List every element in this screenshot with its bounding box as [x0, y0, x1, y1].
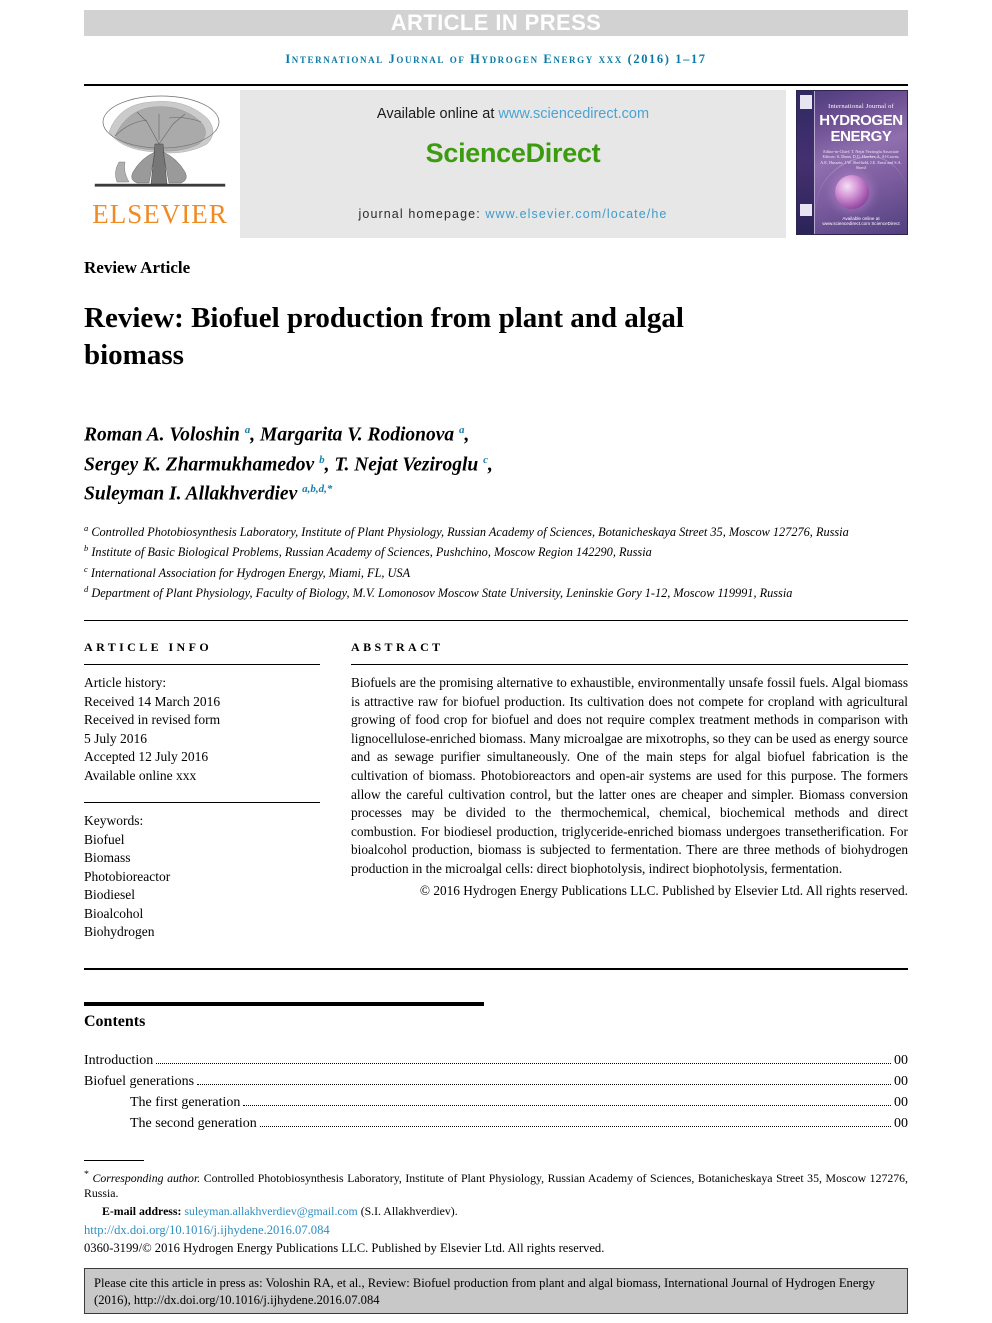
- cover-orb-graphic: [835, 175, 869, 209]
- email-note: E-mail address: suleyman.allakhverdiev@g…: [84, 1204, 908, 1220]
- email-label: E-mail address:: [102, 1203, 182, 1218]
- contents-heading: Contents: [84, 1013, 146, 1030]
- keywords-block: Keywords: Biofuel Biomass Photobioreacto…: [84, 812, 320, 942]
- article-info-rule: [84, 664, 320, 665]
- toc-label: Biofuel generations: [84, 1074, 195, 1089]
- corresponding-author-address: Controlled Photobiosynthesis Laboratory,…: [84, 1170, 909, 1201]
- history-received: Received 14 March 2016: [84, 693, 221, 709]
- toc-label: Introduction: [84, 1053, 154, 1068]
- journal-running-head: International Journal of Hydrogen Energy…: [285, 52, 707, 66]
- toc-leader-dots: [259, 1125, 891, 1127]
- cover-editors-text: Editor-in-Chief: T. Nejat Veziroglu Asso…: [820, 149, 902, 171]
- sciencedirect-url[interactable]: www.sciencedirect.com: [498, 106, 649, 122]
- abstract-rule: [351, 664, 908, 665]
- toc-label: The second generation: [130, 1116, 257, 1131]
- abstract-copyright: © 2016 Hydrogen Energy Publications LLC.…: [419, 882, 908, 898]
- abstract-text: Biofuels are the promising alternative t…: [351, 675, 908, 876]
- page-title: Review: Biofuel production from plant an…: [84, 302, 684, 371]
- journal-homepage-url[interactable]: www.elsevier.com/locate/he: [485, 207, 667, 221]
- article-history-label: Article history:: [84, 675, 167, 690]
- corresponding-author-marker: *: [84, 1169, 89, 1180]
- toc-page-number: 00: [894, 1053, 908, 1068]
- toc-entry-biofuel-generations[interactable]: Biofuel generations 00: [84, 1071, 908, 1092]
- section-top-rule: [84, 620, 908, 621]
- info-abstract-section: ARTICLE INFO Article history: Received 1…: [84, 620, 908, 942]
- affiliation-list: a Controlled Photobiosynthesis Laborator…: [84, 520, 908, 602]
- affiliation-b: b Institute of Basic Biological Problems…: [84, 543, 652, 560]
- cover-big-title: HYDROGEN ENERGY: [815, 113, 907, 145]
- elsevier-logo-block: ELSEVIER: [84, 90, 236, 238]
- keyword-bioalcohol: Bioalcohol: [84, 905, 144, 921]
- contents-top-rule: [84, 1002, 484, 1006]
- sciencedirect-logo: ScienceDirect: [425, 138, 601, 168]
- issn-copyright-line: 0360-3199/© 2016 Hydrogen Energy Publica…: [84, 1241, 605, 1256]
- column-gap: [320, 640, 351, 942]
- toc-entry-introduction[interactable]: Introduction 00: [84, 1050, 908, 1071]
- corresponding-author-note: * Corresponding author. Controlled Photo…: [84, 1167, 908, 1202]
- journal-homepage-line: journal homepage: www.elsevier.com/locat…: [240, 207, 786, 221]
- history-available-online: Available online xxx: [84, 767, 197, 783]
- keyword-biomass: Biomass: [84, 850, 131, 865]
- keyword-photobioreactor: Photobioreactor: [84, 868, 171, 884]
- footnote-rule: [84, 1160, 144, 1161]
- toc-page-number: 00: [894, 1095, 908, 1110]
- abstract-column: ABSTRACT Biofuels are the promising alte…: [351, 640, 908, 942]
- citation-box: Please cite this article in press as: Vo…: [84, 1268, 908, 1314]
- keyword-biohydrogen: Biohydrogen: [84, 924, 155, 939]
- elsevier-tree-icon: [89, 92, 231, 200]
- article-info-column: ARTICLE INFO Article history: Received 1…: [84, 640, 320, 942]
- sciencedirect-panel: Available online at www.sciencedirect.co…: [240, 90, 786, 238]
- email-address-link[interactable]: suleyman.allakhverdiev@gmail.com: [184, 1204, 357, 1218]
- author-line-1: Roman A. Voloshin a, Margarita V. Rodion…: [84, 424, 470, 446]
- toc-entry-first-generation[interactable]: The first generation 00: [84, 1092, 908, 1113]
- elsevier-wordmark: ELSEVIER: [92, 199, 228, 229]
- toc-label: The first generation: [130, 1095, 241, 1110]
- section-bottom-rule: [84, 968, 908, 970]
- cover-big-title-line1: HYDROGEN: [819, 112, 903, 129]
- contents-section: Contents Introduction 00 Biofuel generat…: [84, 1002, 908, 1134]
- corresponding-author-label: Corresponding author.: [92, 1170, 201, 1185]
- toc-page-number: 00: [894, 1074, 908, 1089]
- author-line-2: Sergey K. Zharmukhamedov b, T. Nejat Vez…: [84, 453, 493, 476]
- cover-sciencedirect-footer: Available online at www.sciencedirect.co…: [822, 216, 900, 226]
- email-owner: (S.I. Allakhverdiev).: [360, 1203, 458, 1218]
- toc-leader-dots: [197, 1083, 891, 1085]
- history-revised-form: Received in revised form: [84, 712, 221, 727]
- toc-leader-dots: [156, 1062, 891, 1064]
- citation-text: Please cite this article in press as: Vo…: [94, 1276, 875, 1307]
- history-revised-date: 5 July 2016: [84, 730, 148, 746]
- toc-entry-second-generation[interactable]: The second generation 00: [84, 1113, 908, 1134]
- journal-homepage-prefix: journal homepage:: [358, 207, 486, 221]
- article-history-block: Article history: Received 14 March 2016 …: [84, 674, 320, 785]
- article-in-press-label: ARTICLE IN PRESS: [390, 10, 602, 35]
- article-head-block: Review Article Review: Biofuel productio…: [84, 258, 908, 602]
- author-line-3: Suleyman I. Allakhverdiev a,b,d,*: [84, 483, 333, 505]
- cover-big-title-line2: ENERGY: [830, 128, 892, 145]
- available-online-prefix: Available online at: [376, 106, 499, 122]
- article-type-label: Review Article: [84, 258, 191, 277]
- article-in-press-banner: ARTICLE IN PRESS: [84, 10, 908, 36]
- toc-page-number: 00: [894, 1116, 908, 1131]
- abstract-heading: ABSTRACT: [351, 640, 444, 654]
- cover-small-title: International Journal of: [828, 103, 894, 110]
- toc-leader-dots: [243, 1104, 891, 1106]
- keywords-label: Keywords:: [84, 813, 144, 828]
- available-online-line: Available online at www.sciencedirect.co…: [377, 106, 649, 122]
- author-list: Roman A. Voloshin a, Margarita V. Rodion…: [84, 418, 908, 507]
- keyword-biofuel: Biofuel: [84, 831, 125, 847]
- footnote-section: * Corresponding author. Controlled Photo…: [84, 1160, 908, 1257]
- affiliation-a: a Controlled Photobiosynthesis Laborator…: [84, 522, 849, 539]
- journal-masthead: ELSEVIER Available online at www.science…: [84, 84, 908, 238]
- article-info-divider: [84, 802, 320, 803]
- affiliation-d: d Department of Plant Physiology, Facult…: [84, 584, 793, 601]
- journal-cover-image: International Journal of HYDROGEN ENERGY…: [796, 90, 908, 235]
- cover-elsevier-mark-icon: [800, 95, 812, 109]
- doi-link[interactable]: http://dx.doi.org/10.1016/j.ijhydene.201…: [84, 1222, 908, 1239]
- affiliation-c: c International Association for Hydrogen…: [84, 563, 411, 580]
- keyword-biodiesel: Biodiesel: [84, 887, 135, 902]
- cover-ihe-mark-icon: [800, 204, 812, 216]
- history-accepted: Accepted 12 July 2016: [84, 749, 209, 764]
- journal-cover-block: International Journal of HYDROGEN ENERGY…: [792, 90, 908, 238]
- article-info-heading: ARTICLE INFO: [84, 640, 213, 654]
